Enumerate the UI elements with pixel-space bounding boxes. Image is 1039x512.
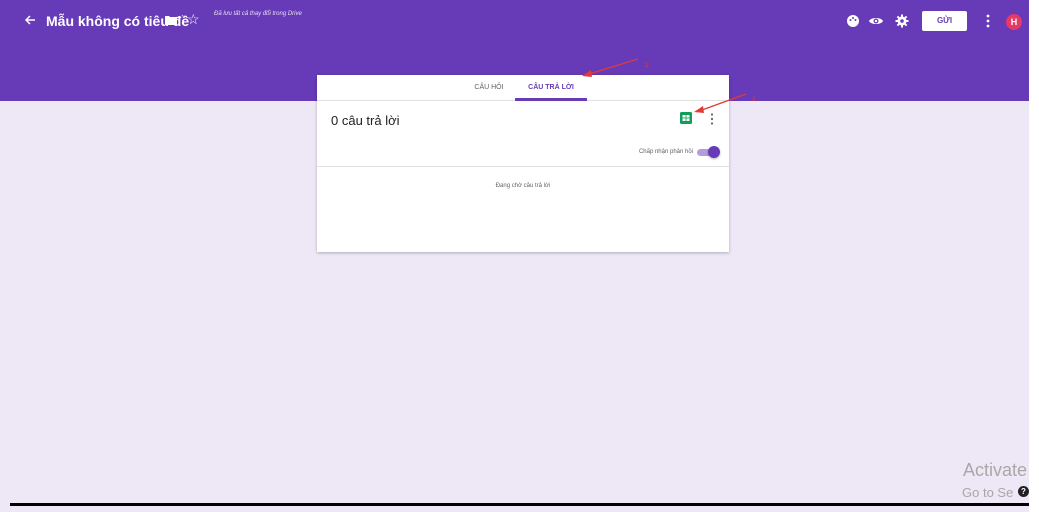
toggle-thumb: [708, 146, 720, 158]
google-sheets-icon[interactable]: [680, 112, 692, 124]
more-options-icon[interactable]: [985, 13, 991, 29]
tab-questions[interactable]: CÂU HỎI: [463, 75, 515, 101]
accept-responses-toggle[interactable]: [697, 146, 720, 158]
active-tab-indicator: [515, 98, 587, 101]
settings-gear-icon[interactable]: [895, 14, 909, 28]
responses-more-icon[interactable]: [709, 112, 715, 126]
card-divider: [317, 166, 729, 167]
back-arrow-icon[interactable]: [22, 12, 38, 28]
activation-watermark-subtitle: Go to Se: [962, 485, 1014, 500]
save-status: Đã lưu tất cả thay đổi trong Drive: [214, 11, 302, 17]
folder-icon[interactable]: [165, 14, 177, 26]
form-tabs: CÂU HỎI CÂU TRẢ LỜI: [317, 75, 729, 101]
palette-icon[interactable]: [846, 14, 860, 28]
account-avatar[interactable]: H: [1006, 14, 1022, 30]
preview-eye-icon[interactable]: [868, 15, 884, 27]
response-count-title: 0 câu trả lời: [331, 113, 400, 128]
taskbar-edge: [10, 503, 1029, 506]
waiting-for-responses-text: Đang chờ câu trả lời: [495, 183, 551, 189]
star-icon[interactable]: ☆: [187, 11, 200, 27]
send-button[interactable]: GỬI: [922, 11, 967, 31]
help-icon[interactable]: ?: [1018, 486, 1029, 497]
window-edge: [1029, 0, 1039, 512]
activation-watermark-title: Activate: [963, 460, 1028, 480]
responses-card: CÂU HỎI CÂU TRẢ LỜI 0 câu trả lời Chấp n…: [317, 75, 729, 252]
header-toolbar: Mẫu không có tiêu đề ☆ Đã lưu tất cả tha…: [0, 6, 1029, 36]
accept-responses-label: Chấp nhận phản hồi: [638, 149, 693, 155]
